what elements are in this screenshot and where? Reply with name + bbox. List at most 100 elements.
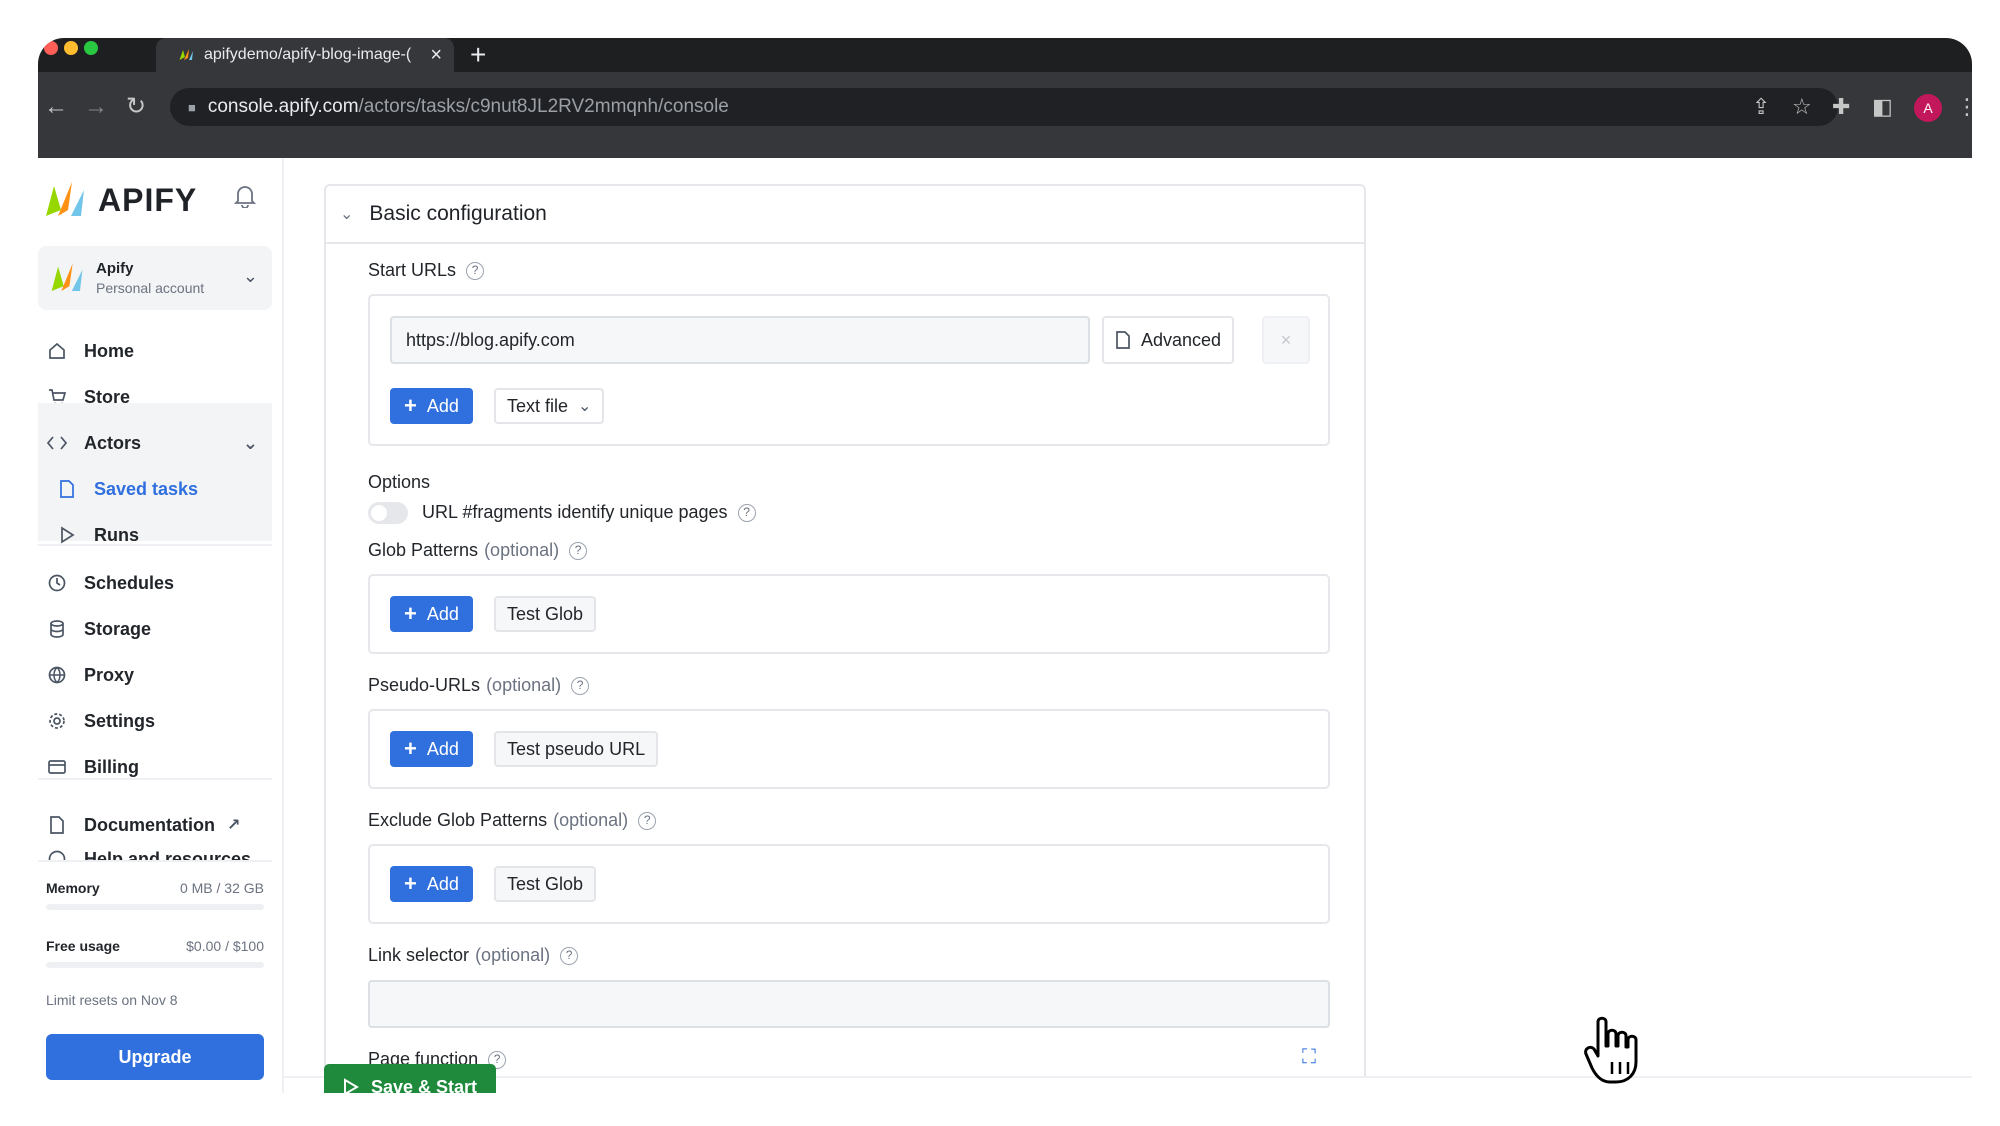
help-icon [46,848,68,860]
profile-avatar[interactable]: A [1914,94,1942,122]
text-file-label: Text file [507,395,569,416]
section-title: Basic configuration [369,202,547,225]
chevron-down-icon: ⌄ [242,266,258,286]
free-usage: Free usage $0.00 / $100 [46,938,264,954]
sidebar-item-documentation[interactable]: Documentation ↗ [38,802,272,848]
divider [38,860,272,862]
main-content: ⌄ Basic configuration Start URLs ? https… [284,158,1972,1093]
external-link-icon: ↗ [227,817,241,834]
lock-icon: ■ [188,99,196,115]
start-url-input[interactable]: https://blog.apify.com [390,316,1090,364]
add-label: Add [426,738,459,759]
free-usage-value: $0.00 / $100 [186,938,264,954]
apify-console: APIFY Apify Personal account ⌄ Home Stor… [38,158,1972,1093]
sidebar-item-help[interactable]: Help and resources [38,846,272,860]
add-exclude-glob-button[interactable]: + Add [390,866,473,902]
add-pseudo-url-button[interactable]: + Add [390,731,473,767]
advanced-button[interactable]: Advanced [1102,316,1235,364]
sidebar-item-saved-tasks[interactable]: Saved tasks [38,466,272,512]
test-exclude-glob-button[interactable]: Test Glob [494,866,597,902]
add-label: Add [426,603,459,624]
sidebar-item-label: Saved tasks [94,478,199,499]
help-icon[interactable]: ? [569,541,588,560]
minimize-window-button[interactable] [64,41,78,55]
fullscreen-icon[interactable]: ⛶ [1302,1046,1316,1069]
browser-menu-icon[interactable]: ⋮ [1956,90,1972,124]
pseudo-urls-label: Pseudo-URLs (optional) ? [368,675,590,696]
bookmark-star-icon[interactable]: ☆ [1792,90,1812,124]
memory-value: 0 MB / 32 GB [179,880,264,896]
upgrade-button[interactable]: Upgrade [46,1034,264,1080]
text-file-dropdown[interactable]: Text file ⌄ [494,388,605,424]
save-and-start-button[interactable]: Save & Start [324,1064,496,1093]
close-window-button[interactable] [44,41,58,55]
url-host: console.apify.com [207,96,359,117]
help-icon[interactable]: ? [560,946,579,965]
field-label-text: Start URLs [368,260,457,280]
chevron-down-icon: ⌄ [340,206,354,223]
plus-icon: + [404,871,417,896]
add-glob-button[interactable]: + Add [390,596,473,632]
file-icon [1116,331,1130,349]
sidebar-item-proxy[interactable]: Proxy [38,652,272,698]
glob-patterns-label: Glob Patterns (optional) ? [368,540,588,561]
remove-url-button[interactable]: × [1262,316,1310,364]
extensions-icon[interactable]: ✚ [1832,90,1850,124]
sidebar-item-storage[interactable]: Storage [38,606,272,652]
notifications-bell-icon[interactable] [233,184,257,214]
optional-tag: (optional) [484,540,560,560]
divider [38,778,272,780]
plus-icon: + [404,393,417,418]
browser-tab[interactable]: apifydemo/apify-blog-image-( × [156,38,454,72]
account-type: Personal account [96,280,205,296]
add-label: Add [426,873,459,894]
start-urls-box: https://blog.apify.com Advanced × + Add … [368,294,1330,446]
sidebar-item-home[interactable]: Home [38,328,272,374]
link-selector-input[interactable] [368,980,1330,1028]
back-icon[interactable]: ← [44,92,68,122]
fragments-toggle[interactable] [368,502,408,524]
apify-logo[interactable]: APIFY [44,180,197,220]
sidebar-item-label: Settings [84,710,156,731]
glob-patterns-box: + Add Test Glob [368,574,1330,654]
help-icon[interactable]: ? [638,811,657,830]
browser-toolbar: ← → ↻ ■ console.apify.com/actors/tasks/c… [38,72,1972,158]
sidebar-item-billing[interactable]: Billing [38,744,272,790]
link-selector-label: Link selector (optional) ? [368,945,579,966]
account-name: Apify [96,260,134,277]
help-icon[interactable]: ? [737,503,756,522]
play-icon [56,524,78,546]
help-icon[interactable]: ? [466,261,485,280]
address-bar[interactable]: ■ console.apify.com/actors/tasks/c9nut8J… [170,88,1838,126]
save-start-label: Save & Start [370,1076,478,1094]
sidebar-item-runs[interactable]: Runs [38,512,272,558]
forward-icon[interactable]: → [84,92,108,122]
side-panel-icon[interactable]: ◧ [1872,90,1893,124]
section-header[interactable]: ⌄ Basic configuration [326,186,1364,244]
field-label-text: Link selector [368,945,470,965]
limit-reset-text: Limit resets on Nov 8 [46,992,178,1008]
test-glob-button[interactable]: Test Glob [494,596,597,632]
share-icon[interactable]: ⇪ [1752,90,1770,124]
new-tab-button[interactable]: + [470,38,486,72]
test-pseudo-url-button[interactable]: Test pseudo URL [494,731,659,767]
sidebar-item-settings[interactable]: Settings [38,698,272,744]
reload-icon[interactable]: ↻ [126,92,146,122]
play-icon [343,1078,359,1093]
zoom-window-button[interactable] [84,41,98,55]
optional-tag: (optional) [486,675,562,695]
sidebar-item-label: Storage [84,618,152,639]
sidebar-item-label: Home [84,340,135,361]
add-start-url-button[interactable]: + Add [390,388,473,424]
apify-favicon-icon [179,49,193,60]
sidebar-item-label: Runs [94,524,139,545]
account-switcher[interactable]: Apify Personal account ⌄ [38,246,272,310]
file-icon [56,478,78,500]
tab-title: apifydemo/apify-blog-image-( [204,46,412,63]
help-icon[interactable]: ? [571,676,590,695]
tab-close-icon[interactable]: × [430,44,442,67]
sidebar-item-actors[interactable]: Actors ⌄ [38,420,272,466]
sidebar-item-schedules[interactable]: Schedules [38,560,272,606]
sidebar-item-label: Billing [84,756,139,777]
sidebar-item-label: Schedules [84,572,175,593]
